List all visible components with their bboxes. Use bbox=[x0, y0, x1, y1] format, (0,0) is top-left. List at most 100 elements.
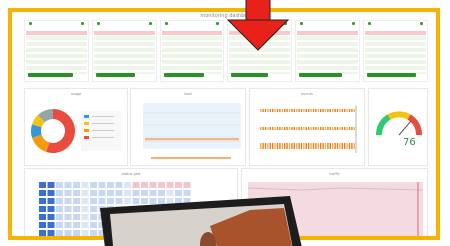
grid-cell[interactable] bbox=[90, 206, 97, 212]
grid-cell[interactable] bbox=[47, 206, 55, 212]
grid-cell[interactable] bbox=[56, 198, 63, 204]
grid-cell[interactable] bbox=[81, 222, 89, 228]
event-mark bbox=[267, 143, 269, 149]
grid-cell[interactable] bbox=[166, 182, 174, 188]
event-mark bbox=[336, 109, 339, 112]
grid-cell[interactable] bbox=[64, 230, 72, 236]
grid-cell[interactable] bbox=[47, 214, 55, 220]
events-card[interactable]: events bbox=[249, 88, 365, 166]
grid-cell[interactable] bbox=[81, 206, 89, 212]
event-mark bbox=[272, 143, 274, 149]
event-mark bbox=[336, 143, 339, 149]
grid-cell[interactable] bbox=[47, 198, 55, 204]
grid-cell[interactable] bbox=[47, 222, 55, 228]
grid-cell[interactable] bbox=[47, 182, 55, 188]
grid-cell[interactable] bbox=[132, 182, 140, 188]
event-mark bbox=[320, 143, 322, 149]
grid-cell[interactable] bbox=[64, 206, 72, 212]
grid-cell[interactable] bbox=[56, 190, 63, 196]
grid-cell[interactable] bbox=[98, 182, 106, 188]
grid-cell[interactable] bbox=[141, 182, 148, 188]
grid-cell[interactable] bbox=[90, 214, 97, 220]
grid-cell[interactable] bbox=[81, 190, 89, 196]
grid-cell[interactable] bbox=[90, 190, 97, 196]
grid-cell[interactable] bbox=[56, 222, 63, 228]
gauge-card[interactable]: 76 bbox=[368, 88, 428, 166]
grid-cell[interactable] bbox=[56, 182, 63, 188]
grid-cell[interactable] bbox=[64, 214, 72, 220]
event-mark bbox=[308, 127, 310, 130]
event-mark bbox=[264, 127, 267, 130]
stat-bar bbox=[231, 73, 269, 77]
stat-card[interactable] bbox=[159, 20, 225, 82]
status-icon bbox=[300, 22, 304, 25]
stat-card[interactable] bbox=[295, 20, 361, 82]
stat-card[interactable] bbox=[24, 20, 89, 82]
grid-cell[interactable] bbox=[73, 230, 80, 236]
grid-cell[interactable] bbox=[73, 182, 80, 188]
grid-cell[interactable] bbox=[81, 198, 89, 204]
event-mark bbox=[327, 143, 329, 149]
grid-cell[interactable] bbox=[90, 198, 97, 204]
grid-cell[interactable] bbox=[56, 214, 63, 220]
grid-cell[interactable] bbox=[64, 222, 72, 228]
event-mark bbox=[296, 109, 298, 112]
event-mark bbox=[269, 127, 271, 130]
event-mark bbox=[351, 127, 353, 130]
grid-cell[interactable] bbox=[81, 230, 89, 236]
stat-card[interactable] bbox=[363, 20, 428, 82]
grid-cell[interactable] bbox=[73, 214, 80, 220]
grid-cell[interactable] bbox=[39, 214, 46, 220]
grid-cell[interactable] bbox=[39, 230, 46, 236]
stat-card[interactable] bbox=[91, 20, 157, 82]
grid-cell[interactable] bbox=[39, 182, 46, 188]
grid-cell[interactable] bbox=[183, 182, 191, 188]
status-icon bbox=[29, 22, 32, 25]
event-mark bbox=[334, 127, 336, 130]
line-card[interactable]: load bbox=[130, 88, 246, 166]
grid-cell[interactable] bbox=[90, 182, 97, 188]
grid-cell[interactable] bbox=[124, 182, 131, 188]
grid-cell[interactable] bbox=[73, 198, 80, 204]
event-mark bbox=[303, 127, 305, 130]
event-mark bbox=[300, 143, 303, 149]
grid-cell[interactable] bbox=[73, 190, 80, 196]
grid-cell[interactable] bbox=[73, 206, 80, 212]
event-mark bbox=[351, 109, 353, 112]
event-mark bbox=[315, 109, 317, 112]
grid-cell[interactable] bbox=[73, 222, 80, 228]
grid-cell[interactable] bbox=[64, 182, 72, 188]
gauge-value: 76 bbox=[403, 137, 416, 148]
grid-cell[interactable] bbox=[81, 182, 89, 188]
grid-cell[interactable] bbox=[81, 214, 89, 220]
grid-cell[interactable] bbox=[90, 230, 97, 236]
grid-cell[interactable] bbox=[149, 182, 157, 188]
grid-cell[interactable] bbox=[115, 182, 123, 188]
grid-cell[interactable] bbox=[39, 206, 46, 212]
grid-cell[interactable] bbox=[64, 190, 72, 196]
grid-cell[interactable] bbox=[47, 230, 55, 236]
grid-cell[interactable] bbox=[56, 206, 63, 212]
status-icon bbox=[96, 22, 100, 25]
arrow-down-icon bbox=[226, 0, 290, 51]
grid-cell[interactable] bbox=[90, 222, 97, 228]
grid-cell[interactable] bbox=[47, 190, 55, 196]
grid-cell[interactable] bbox=[107, 182, 114, 188]
grid-cell[interactable] bbox=[39, 222, 46, 228]
event-mark bbox=[317, 109, 319, 112]
event-mark bbox=[279, 127, 281, 130]
donut-card[interactable]: usage bbox=[24, 88, 128, 166]
event-mark bbox=[284, 127, 286, 130]
grid-cell[interactable] bbox=[158, 182, 165, 188]
status-grid-title: status grid bbox=[121, 172, 141, 176]
status-icon bbox=[164, 22, 168, 25]
event-mark bbox=[274, 143, 276, 149]
grid-cell[interactable] bbox=[39, 198, 46, 204]
event-mark bbox=[329, 143, 331, 149]
events-chart bbox=[260, 105, 357, 153]
grid-cell[interactable] bbox=[39, 190, 46, 196]
grid-cell[interactable] bbox=[56, 230, 63, 236]
grid-cell[interactable] bbox=[64, 198, 72, 204]
event-mark bbox=[305, 127, 307, 130]
grid-cell[interactable] bbox=[175, 182, 182, 188]
